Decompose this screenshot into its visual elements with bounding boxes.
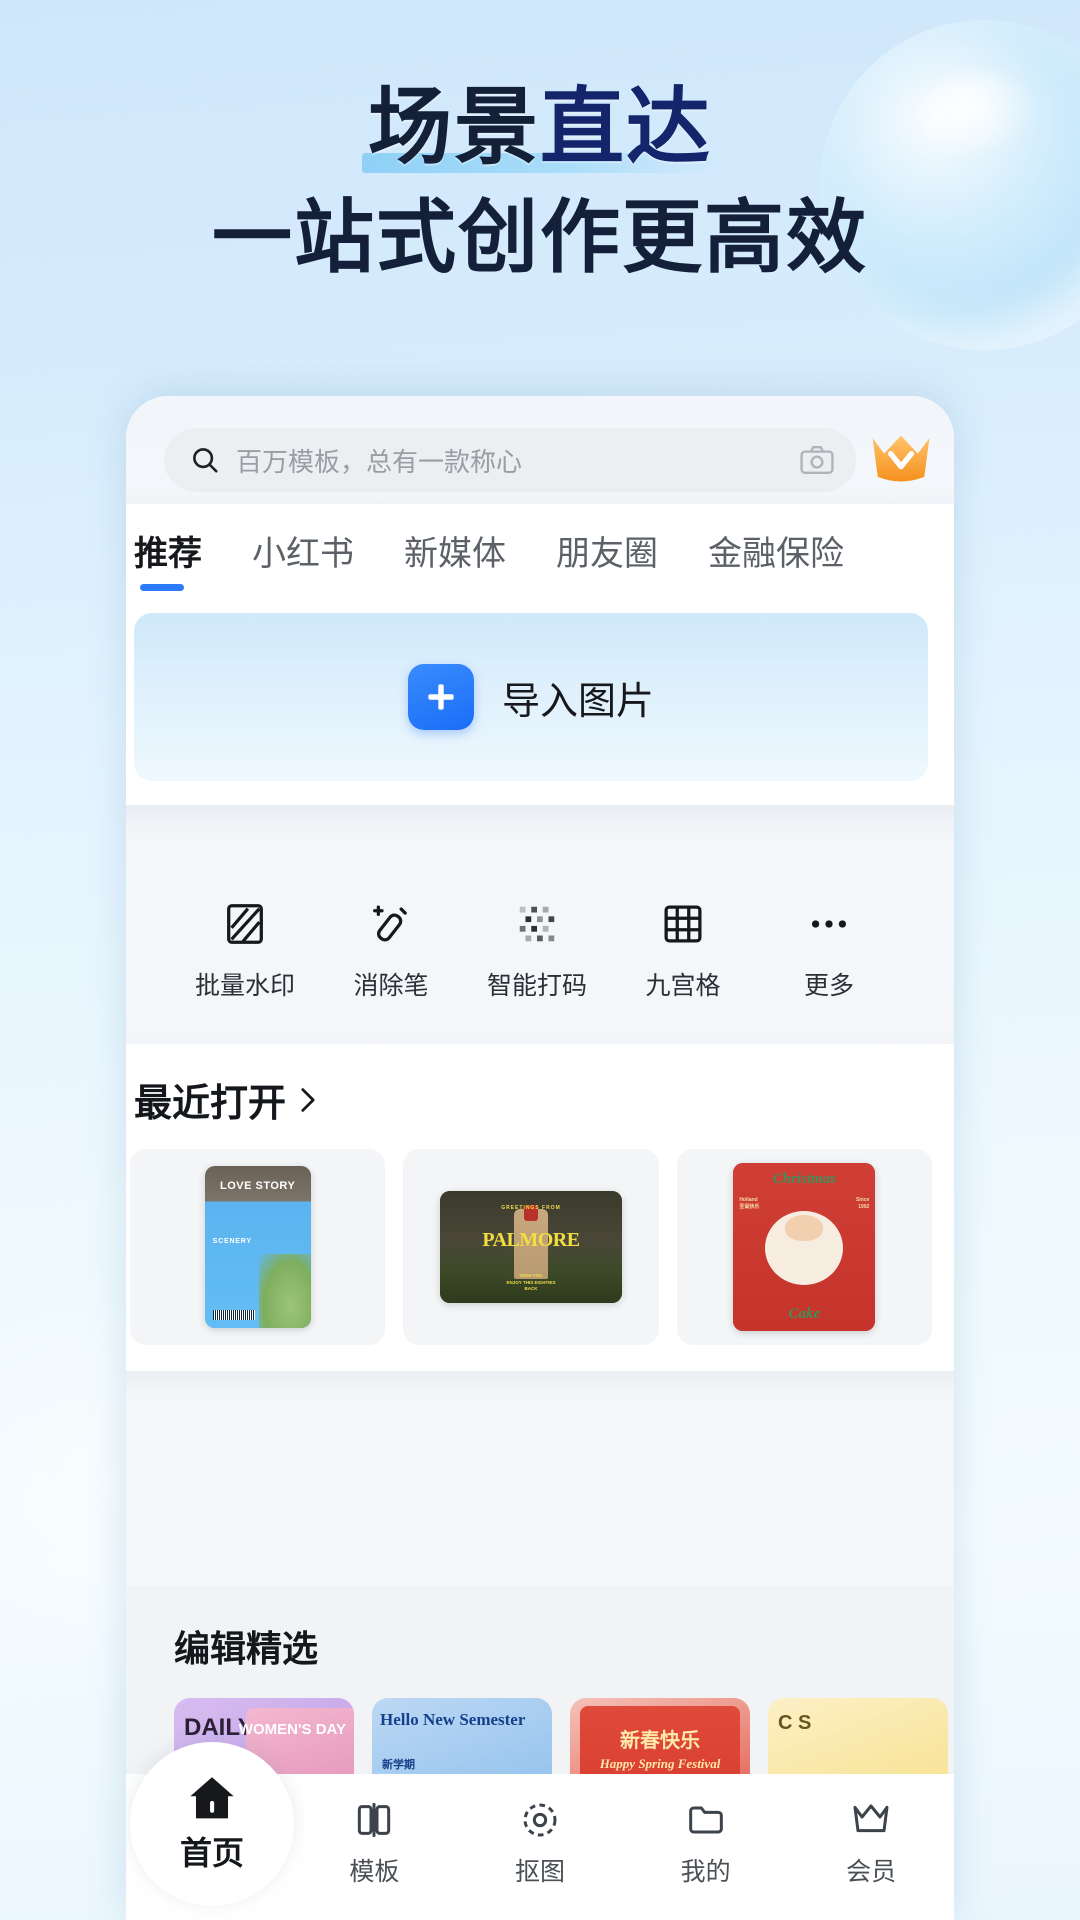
recent-opened-title: 最近打开 — [134, 1083, 287, 1125]
nav-item-home[interactable]: 首页 — [130, 1742, 294, 1906]
template-icon — [358, 1802, 391, 1838]
recent-thumbnail-christmas: Christmas Holland 圣诞快乐 Since 1992 Cake — [733, 1163, 876, 1331]
magic-eraser-icon — [373, 905, 407, 942]
cutout-icon — [523, 1803, 557, 1837]
hero-headline-line1-highlight: 场景直达 — [361, 78, 719, 177]
list-item[interactable]: GREETINGS FROM PALMORE WISH YOU ENJOY THI… — [403, 1149, 659, 1345]
tab-xiaohongshu[interactable]: 小红书 — [252, 526, 354, 591]
magic-eraser-icon-wrap — [318, 896, 464, 952]
phone-mockup: 百万模板，总有一款称心 推荐 小红书 新媒体 朋友圈 金融保险 导入图片 批量水… — [126, 396, 954, 1920]
tab-recommend[interactable]: 推荐 — [134, 526, 202, 591]
hero-headline-line2: 一站式创作更高效 — [212, 193, 868, 283]
chevron-right-icon — [301, 1087, 315, 1112]
nav-item-mine[interactable]: 我的 — [623, 1796, 789, 1888]
list-item[interactable]: Christmas Holland 圣诞快乐 Since 1992 Cake — [676, 1149, 932, 1345]
tool-magic-eraser[interactable]: 消除笔 — [318, 896, 464, 1002]
watermark-icon — [227, 904, 263, 944]
vip-crown-button[interactable] — [870, 432, 932, 488]
nav-item-mine-label: 我的 — [680, 1858, 731, 1886]
import-plus-button[interactable] — [407, 664, 474, 730]
tool-batch-watermark-label: 批量水印 — [194, 972, 295, 1000]
tool-more[interactable]: 更多 — [756, 896, 902, 1002]
mosaic-icon — [519, 906, 555, 942]
recent-opened-card: 最近打开 LOVE STORY SCENERY GREETINGS FROM P… — [126, 1044, 954, 1371]
category-tabs-card: 推荐 小红书 新媒体 朋友圈 金融保险 导入图片 — [126, 504, 954, 805]
nav-item-cutout[interactable]: 抠图 — [457, 1796, 623, 1888]
hero-headline: 场景直达 一站式创作更高效 — [0, 78, 1080, 286]
editor-pick-sub: 新学期 — [382, 1759, 415, 1771]
home-icon — [190, 1777, 234, 1819]
nav-item-vip-label: 会员 — [846, 1858, 897, 1886]
grid-icon — [664, 905, 702, 943]
hero-headline-line1: 场景直达 — [0, 78, 1080, 177]
plus-icon — [428, 684, 454, 710]
tab-active-indicator — [140, 584, 184, 591]
recent-thumbnail-title: PALMORE — [482, 1229, 580, 1251]
search-input[interactable]: 百万模板，总有一款称心 — [164, 428, 856, 492]
watermark-icon-wrap — [172, 896, 318, 952]
hero-headline-line1-part1: 场景 — [367, 80, 540, 174]
folder-icon-wrap — [623, 1796, 789, 1844]
cutout-icon-wrap — [457, 1796, 623, 1844]
editor-pick-sub: Happy Spring Festival — [599, 1756, 721, 1771]
nav-item-cutout-label: 抠图 — [514, 1858, 565, 1886]
editor-picks-title: 编辑精选 — [174, 1628, 319, 1669]
nav-item-template[interactable]: 模板 — [292, 1796, 458, 1888]
tab-finance-insurance-label: 金融保险 — [708, 535, 844, 573]
tool-smart-mosaic-label: 智能打码 — [486, 972, 587, 1000]
tab-new-media-label: 新媒体 — [404, 535, 506, 573]
more-dots-icon — [811, 920, 847, 928]
tool-batch-watermark[interactable]: 批量水印 — [172, 896, 318, 1002]
tool-nine-grid[interactable]: 九宫格 — [610, 896, 756, 1002]
tab-moments[interactable]: 朋友圈 — [556, 526, 658, 591]
tab-new-media[interactable]: 新媒体 — [404, 526, 506, 591]
more-dots-icon-wrap — [756, 896, 902, 952]
editor-pick-title: C S — [778, 1712, 812, 1734]
tool-nine-grid-label: 九宫格 — [645, 972, 721, 1000]
recent-thumbnail-palmore: GREETINGS FROM PALMORE WISH YOU ENJOY THI… — [439, 1191, 622, 1303]
import-image-label: 导入图片 — [501, 680, 654, 723]
folder-icon — [688, 1806, 723, 1834]
search-icon — [193, 448, 218, 473]
tab-finance-insurance[interactable]: 金融保险 — [708, 526, 844, 591]
category-tabs: 推荐 小红书 新媒体 朋友圈 金融保险 — [126, 526, 954, 591]
nav-item-template-label: 模板 — [349, 1858, 400, 1886]
nav-item-home-label: 首页 — [179, 1835, 244, 1871]
search-row: 百万模板，总有一款称心 — [126, 428, 954, 492]
tools-row: 批量水印 消除笔 智能打码 九宫格 更多 — [126, 896, 954, 1002]
list-item[interactable]: LOVE STORY SCENERY — [130, 1149, 386, 1345]
template-icon-wrap — [292, 1796, 458, 1844]
phone-screen: 百万模板，总有一款称心 推荐 小红书 新媒体 朋友圈 金融保险 导入图片 批量水… — [126, 396, 954, 1920]
tab-moments-label: 朋友圈 — [556, 535, 658, 573]
import-image-card[interactable]: 导入图片 — [134, 613, 928, 781]
recent-thumbnail-title: LOVE STORY — [220, 1180, 296, 1192]
tab-xiaohongshu-label: 小红书 — [252, 535, 354, 573]
tab-recommend-label: 推荐 — [134, 535, 202, 573]
camera-icon[interactable] — [800, 445, 834, 475]
recent-thumbnail-sub: SCENERY — [212, 1238, 252, 1245]
crown-outline-icon-wrap — [788, 1796, 954, 1844]
grid-icon-wrap — [610, 896, 756, 952]
editor-pick-title: Hello New Semester — [380, 1710, 526, 1729]
tool-smart-mosaic[interactable]: 智能打码 — [464, 896, 610, 1002]
hero-headline-line1-part2: 直达 — [540, 80, 713, 174]
tool-magic-eraser-label: 消除笔 — [353, 972, 429, 1000]
editor-pick-title: 新春快乐 — [620, 1730, 700, 1752]
recent-thumbnail-love-story: LOVE STORY SCENERY — [204, 1166, 311, 1328]
recent-opened-header[interactable]: 最近打开 — [126, 1072, 954, 1127]
editor-pick-sub: WOMEN'S DAY — [238, 1721, 346, 1738]
search-placeholder: 百万模板，总有一款称心 — [236, 446, 523, 477]
home-icon-wrap — [186, 1774, 238, 1822]
crown-icon — [872, 435, 930, 482]
nav-item-vip[interactable]: 会员 — [788, 1796, 954, 1888]
tool-more-label: 更多 — [803, 972, 854, 1000]
recent-opened-list: LOVE STORY SCENERY GREETINGS FROM PALMOR… — [126, 1149, 954, 1345]
mosaic-icon-wrap — [464, 896, 610, 952]
crown-outline-icon — [853, 1804, 889, 1833]
